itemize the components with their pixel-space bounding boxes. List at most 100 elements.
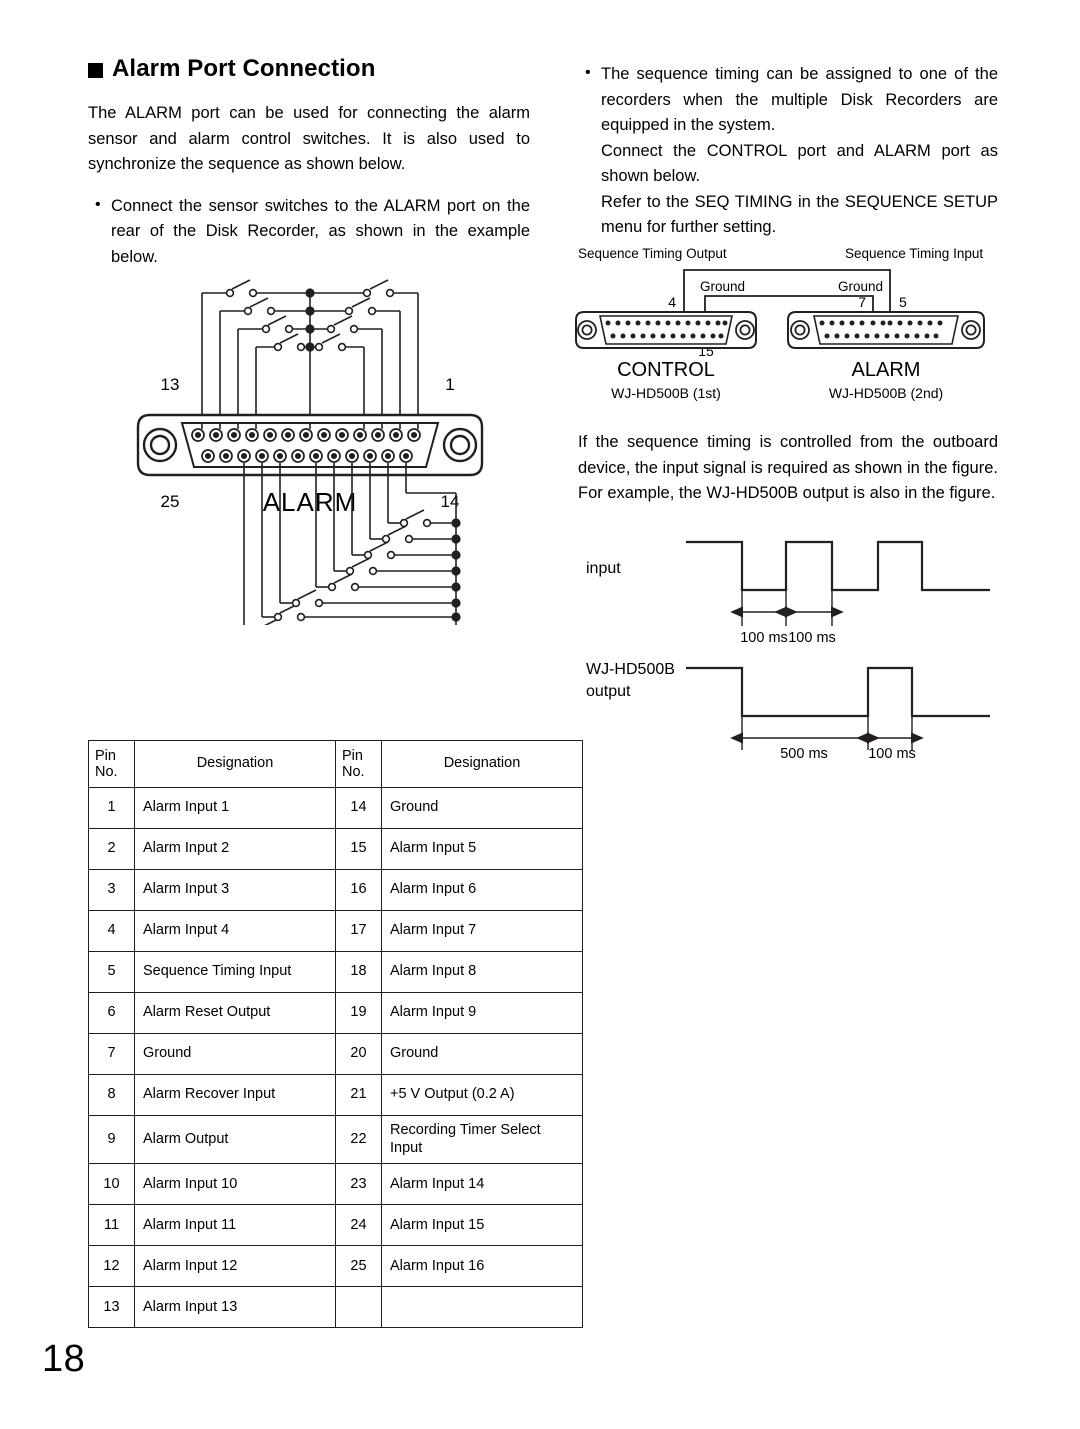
table-header: Pin No. Designation Pin No. Designation <box>88 740 583 788</box>
sequence-timing-input-label: Sequence Timing Input <box>845 246 983 261</box>
cell-des-right: +5 V Output (0.2 A) <box>381 1074 583 1116</box>
input-measurement-2: 100 ms <box>788 630 836 646</box>
timing-figure: input 100 ms 100 ms WJ-HD500B output 500… <box>578 528 998 758</box>
output-measurement-2: 100 ms <box>868 746 916 758</box>
control-port-name: CONTROL <box>617 359 715 381</box>
cell-des-right <box>381 1286 583 1329</box>
ground-label-left: Ground <box>700 279 745 294</box>
cell-des-right: Ground <box>381 787 583 829</box>
cell-pin-right: 19 <box>335 992 382 1034</box>
cell-pin-left: 4 <box>88 910 135 952</box>
table-body: 1 Alarm Input 1 14 Ground 2 Alarm Input 2 15 Al… <box>88 787 583 1329</box>
cell-des-right: Alarm Input 15 <box>381 1204 583 1247</box>
cell-des-left: Alarm Input 12 <box>134 1245 336 1288</box>
cell-pin-left: 8 <box>88 1074 135 1116</box>
filled-square-icon <box>88 62 103 78</box>
cell-pin-left: 5 <box>88 951 135 993</box>
alarm-connector-label: ALARM <box>263 487 358 517</box>
cell-des-left: Alarm Input 1 <box>134 787 336 829</box>
bullet-line-1: The sequence timing can be assigned to o… <box>601 65 998 135</box>
pin-label-1: 1 <box>445 375 454 394</box>
table-row: 4 Alarm Input 4 17 Alarm Input 7 <box>88 910 583 952</box>
cell-des-left: Ground <box>134 1033 336 1075</box>
cell-des-right: Recording Timer Select Input <box>381 1114 583 1165</box>
pin-assignment-table: Pin No. Designation Pin No. Designation … <box>88 740 583 1329</box>
table-row: 13 Alarm Input 13 <box>88 1286 583 1329</box>
pin-callout-4: 4 <box>668 294 676 310</box>
header-pin-no-right: Pin No. <box>335 740 382 788</box>
cell-pin-left: 13 <box>88 1286 135 1329</box>
input-waveform <box>686 540 990 592</box>
cell-des-left: Alarm Recover Input <box>134 1074 336 1116</box>
ports-connection-diagram: Sequence Timing Output Sequence Timing I… <box>575 246 985 401</box>
output-signal-label-line2: output <box>586 683 631 700</box>
cell-pin-left: 9 <box>88 1114 135 1165</box>
control-connector <box>575 311 757 349</box>
cell-des-left: Alarm Input 10 <box>134 1163 336 1206</box>
cell-pin-right: 17 <box>335 910 382 952</box>
cell-pin-right: 22 <box>335 1114 382 1165</box>
pin-callout-5: 5 <box>899 294 907 310</box>
right-column: The sequence timing can be assigned to o… <box>578 61 998 255</box>
cell-pin-right: 23 <box>335 1163 382 1206</box>
table-row: 10 Alarm Input 10 23 Alarm Input 14 <box>88 1163 583 1206</box>
table-row: 1 Alarm Input 1 14 Ground <box>88 787 583 829</box>
alarm-port-model: WJ-HD500B (2nd) <box>829 385 943 401</box>
cell-pin-left: 3 <box>88 869 135 911</box>
cell-des-right: Alarm Input 9 <box>381 992 583 1034</box>
cell-pin-right <box>335 1286 382 1329</box>
bullet-line-2: Connect the CONTROL port and ALARM port … <box>601 141 998 186</box>
cell-pin-right: 14 <box>335 787 382 829</box>
input-signal-label: input <box>586 560 621 577</box>
cell-des-left: Alarm Input 2 <box>134 828 336 870</box>
cell-pin-left: 2 <box>88 828 135 870</box>
pin-callout-7: 7 <box>858 294 866 310</box>
table-row: 8 Alarm Recover Input 21 +5 V Output (0.2 A… <box>88 1074 583 1116</box>
cell-des-left: Alarm Output <box>134 1114 336 1165</box>
cell-pin-left: 10 <box>88 1163 135 1206</box>
ports-connection-figure: Sequence Timing Output Sequence Timing I… <box>570 240 1000 410</box>
table-row: 12 Alarm Input 12 25 Alarm Input 16 <box>88 1245 583 1288</box>
cell-des-right: Alarm Input 6 <box>381 869 583 911</box>
cell-pin-left: 11 <box>88 1204 135 1247</box>
page-number: 18 <box>42 1338 86 1380</box>
right-column-paragraph-block: If the sequence timing is controlled fro… <box>578 430 998 507</box>
pin-label-25: 25 <box>161 492 180 511</box>
cell-des-right: Alarm Input 8 <box>381 951 583 993</box>
table-row: 5 Sequence Timing Input 18 Alarm Input 8 <box>88 951 583 993</box>
bullet-sequence-timing: The sequence timing can be assigned to o… <box>578 61 998 241</box>
header-pin-no-left: Pin No. <box>88 740 135 788</box>
table-header-row: Pin No. Designation Pin No. Designation <box>88 740 583 788</box>
cell-des-right: Alarm Input 7 <box>381 910 583 952</box>
table-row: 7 Ground 20 Ground <box>88 1033 583 1075</box>
bullet-connect-sensor: Connect the sensor switches to the ALARM… <box>88 193 530 271</box>
cell-pin-right: 16 <box>335 869 382 911</box>
table-row: 2 Alarm Input 2 15 Alarm Input 5 <box>88 828 583 870</box>
header-designation-left: Designation <box>134 740 336 788</box>
cell-pin-left: 6 <box>88 992 135 1034</box>
cell-pin-right: 25 <box>335 1245 382 1288</box>
cell-pin-left: 12 <box>88 1245 135 1288</box>
cell-pin-right: 18 <box>335 951 382 993</box>
table-row: 6 Alarm Reset Output 19 Alarm Input 9 <box>88 992 583 1034</box>
cell-pin-right: 21 <box>335 1074 382 1116</box>
alarm-connector-small <box>787 311 985 349</box>
ground-label-right: Ground <box>838 279 883 294</box>
alarm-port-name: ALARM <box>852 359 921 381</box>
cell-pin-right: 20 <box>335 1033 382 1075</box>
output-measurement-1: 500 ms <box>780 746 828 758</box>
output-signal-label-line1: WJ-HD500B <box>586 661 675 678</box>
table-row: 9 Alarm Output 22 Recording Timer Select In… <box>88 1114 583 1165</box>
alarm-port-figure: 13 1 ALARM 25 14 <box>120 275 500 625</box>
timing-diagram: input 100 ms 100 ms WJ-HD500B output 500… <box>586 540 990 758</box>
cell-des-right: Alarm Input 16 <box>381 1245 583 1288</box>
cell-pin-right: 15 <box>335 828 382 870</box>
cell-pin-left: 1 <box>88 787 135 829</box>
cell-des-left: Sequence Timing Input <box>134 951 336 993</box>
page-title-text: Alarm Port Connection <box>112 55 376 82</box>
cell-des-right: Ground <box>381 1033 583 1075</box>
cell-des-left: Alarm Input 13 <box>134 1286 336 1329</box>
cell-des-left: Alarm Input 11 <box>134 1204 336 1247</box>
cell-des-left: Alarm Reset Output <box>134 992 336 1034</box>
header-designation-right: Designation <box>381 740 583 788</box>
